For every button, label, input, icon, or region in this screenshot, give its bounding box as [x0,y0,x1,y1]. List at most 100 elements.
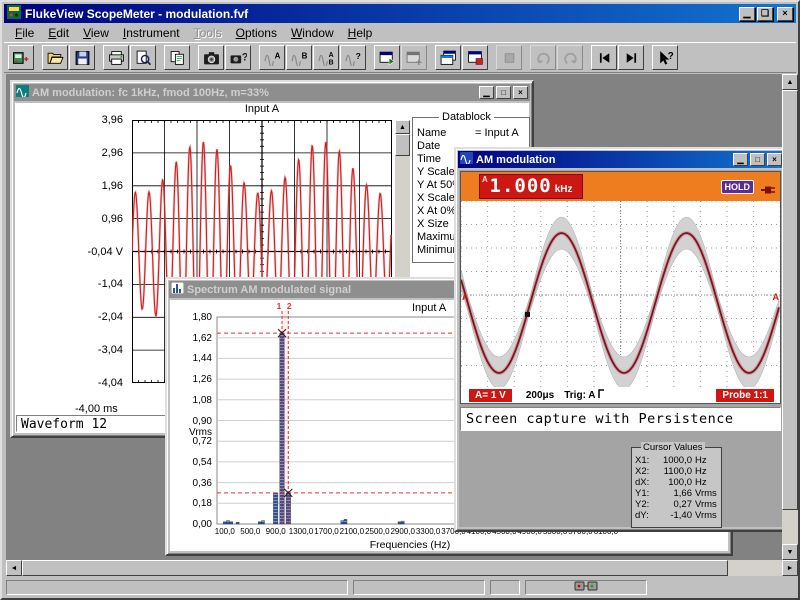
replay-window-button[interactable] [374,45,400,70]
status-panel-connection [525,580,647,595]
step-forward-button [557,45,583,70]
svg-text:Frequencies (Hz): Frequencies (Hz) [370,539,451,551]
save-button[interactable] [69,45,95,70]
overlay-window-button[interactable] [462,45,488,70]
copy-window-button[interactable] [435,45,461,70]
cursor-value-row: Y2:0,27Vrms [632,499,721,510]
svg-text:?: ? [355,51,360,61]
scroll-right-arrow[interactable]: ► [782,560,798,576]
menu-item-options[interactable]: Options [229,25,284,41]
close-button[interactable]: × [513,86,528,99]
vertical-scrollbar[interactable]: ▲ ▼ [782,74,798,560]
spectrum-y-tick: 0,72 [170,436,212,447]
waveform-y-tick: 3,96 [23,114,123,126]
cursor-value-row: X2:1100,0Hz [632,466,721,477]
scope-window[interactable]: AM modulation ▁ □ × A 1.000 kHz HOLD [454,147,782,532]
channel-label: A [482,175,488,184]
horizontal-scrollbar[interactable]: ◄ ► [6,560,798,576]
read-waveform-a-button[interactable]: A [259,45,285,70]
timebase-readout: 200μs [526,390,554,401]
waveform-window-titlebar[interactable]: AM modulation: fc 1kHz, fmod 100Hz, m=33… [14,84,530,101]
menu-item-help[interactable]: Help [341,25,380,41]
spectrum-y-tick: 0,54 [170,457,212,468]
spectrum-y-tick: 0,36 [170,478,212,489]
datablock-legend: Datablock [439,111,494,123]
minimize-button[interactable]: ▁ [733,153,748,166]
toolbar: ?ABAB?? [4,42,796,73]
scope-trace-plot [461,201,780,389]
waveform-y-tick: -3,04 [23,344,123,356]
scroll-up-arrow[interactable]: ▲ [782,74,798,90]
go-first-button[interactable] [591,45,617,70]
svg-text:?: ? [667,51,673,62]
close-button[interactable]: × [777,7,793,21]
scope-caption: Screen capture with Persistence [460,407,781,431]
cursor-value-row: Y1:1,66Vrms [632,488,721,499]
waveform-y-tick: -4,04 [23,377,123,389]
svg-text:1: 1 [277,301,282,311]
menu-item-instrument[interactable]: Instrument [116,25,187,41]
probe-readout: Probe 1:1 [716,389,774,402]
svg-text:B: B [301,51,307,60]
read-waveform-b-button[interactable]: B [286,45,312,70]
svg-text:?: ? [241,51,246,63]
minimize-button[interactable]: ▁ [479,86,494,99]
menu-item-edit[interactable]: Edit [41,25,76,41]
menu-item-tools: Tools [187,25,229,41]
open-button[interactable] [42,45,68,70]
scope-window-titlebar[interactable]: AM modulation ▁ □ × [458,151,782,168]
svg-text:1300,0: 1300,0 [289,527,314,536]
close-button[interactable]: × [767,153,782,166]
go-last-button[interactable] [618,45,644,70]
app-icon [7,5,21,22]
app-titlebar[interactable]: FlukeView ScopeMeter - modulation.fvf ▁ … [4,4,796,23]
svg-text:A: A [328,51,333,58]
screen-capture-button[interactable] [198,45,224,70]
copy-button[interactable] [164,45,190,70]
instrument-connect-button[interactable] [8,45,34,70]
cursor-value-row: dX:100,0Hz [632,477,721,488]
svg-text:2500,0: 2500,0 [365,527,390,536]
scope-header: A 1.000 kHz HOLD [461,172,780,201]
spectrum-y-tick: 0,00 [170,519,212,530]
horizontal-scroll-thumb[interactable] [22,560,728,576]
read-waveform-ab-button[interactable]: AB [313,45,339,70]
minimize-button[interactable]: ▁ [739,7,755,21]
spectrum-window-title: Spectrum AM modulated signal [187,284,351,296]
scope-window-icon [460,152,473,167]
waveform-y-tick: -2,04 [23,311,123,323]
print-button[interactable] [103,45,129,70]
screen-capture-options-button[interactable]: ? [225,45,251,70]
svg-text:500,0: 500,0 [240,527,261,536]
read-waveform-query-button[interactable]: ? [340,45,366,70]
datablock-row: Name= Input A [413,127,529,140]
stop-button [496,45,522,70]
cursor-values-panel: Cursor Values X1:1000,0HzX2:1100,0HzdX:1… [631,447,722,528]
maximize-button[interactable]: □ [750,153,765,166]
menu-item-window[interactable]: Window [284,25,341,41]
svg-text:900,0: 900,0 [266,527,287,536]
status-bar [4,578,800,598]
vertical-scroll-thumb[interactable] [782,90,798,510]
scroll-down-arrow[interactable]: ▼ [782,544,798,560]
svg-text:A: A [274,51,280,60]
maximize-button[interactable]: ❏ [757,7,773,21]
probe-plug-icon [760,182,777,200]
waveform-window-title: AM modulation: fc 1kHz, fmod 100Hz, m=33… [32,87,269,99]
svg-text:2100,0: 2100,0 [340,527,365,536]
waveform-series-label: Input A [202,103,322,115]
maximize-button[interactable]: □ [496,86,511,99]
trigger-readout: Trig: A [564,390,595,401]
svg-text:1700,0: 1700,0 [314,527,339,536]
print-preview-button[interactable] [130,45,156,70]
waveform-y-tick: 2,96 [23,147,123,159]
scope-readout-bar: A= 1 V 200μs Trig: A Probe 1:1 [461,387,780,403]
frequency-unit: kHz [555,184,573,195]
waveform-y-tick: -1,04 [23,278,123,290]
context-help-button[interactable]: ? [652,45,678,70]
menu-item-view[interactable]: View [76,25,116,41]
scope-window-title: AM modulation [476,154,555,166]
waveform-y-tick: -0,04 V [23,246,123,258]
scroll-left-arrow[interactable]: ◄ [6,560,22,576]
menu-item-file[interactable]: File [8,25,41,41]
